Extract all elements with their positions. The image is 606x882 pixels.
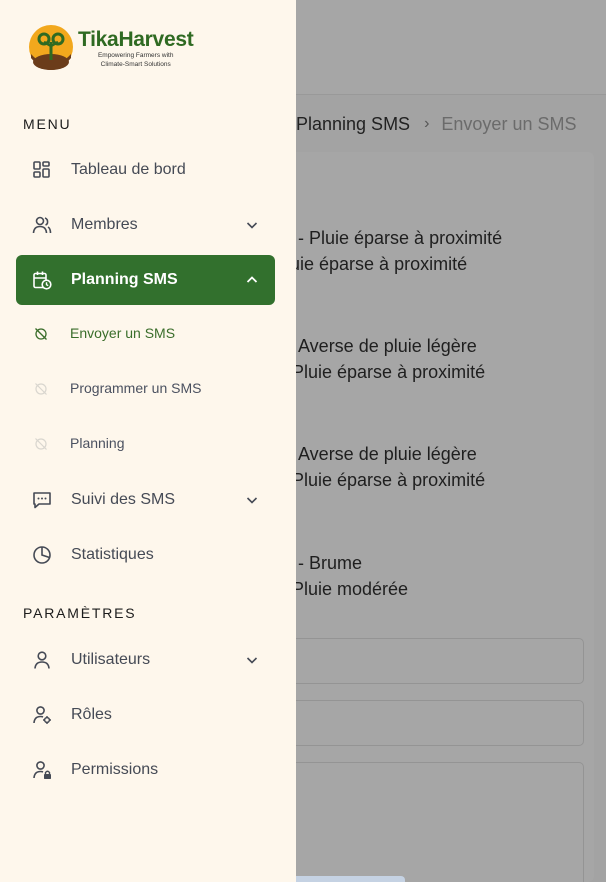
user-icon: [34, 651, 50, 669]
sidebar-subitem-planning[interactable]: Planning: [16, 424, 275, 464]
calendar-clock-icon: [33, 271, 52, 290]
sidebar-item-label: Membres: [71, 216, 138, 233]
sidebar-item-label: Suivi des SMS: [71, 491, 176, 508]
sidebar-item-dashboard[interactable]: Tableau de bord: [16, 145, 275, 195]
sidebar-item-label: Statistiques: [71, 546, 154, 563]
forecast-line: Pluie éparse à proximité: [292, 362, 486, 382]
sidebar-item-members[interactable]: Membres: [16, 200, 275, 250]
sidebar-subitem-schedule-sms[interactable]: Programmer un SMS: [16, 369, 275, 409]
forecast-line: Averse de pluie légère: [298, 336, 477, 356]
sidebar-item-sms-tracking[interactable]: Suivi des SMS: [16, 475, 275, 525]
message-textarea[interactable]: [290, 762, 584, 882]
forecast-line: - Pluie éparse à proximité: [298, 228, 503, 248]
sidebar-item-label: Permissions: [71, 761, 159, 778]
pie-chart-icon: [33, 546, 51, 564]
logo-tagline-1: Empowering Farmers with: [97, 52, 174, 59]
form-input[interactable]: [290, 638, 584, 684]
circle-off-icon: [35, 438, 47, 450]
sidebar-item-statistics[interactable]: Statistiques: [16, 530, 275, 580]
chevron-down-icon: [246, 222, 258, 229]
chevron-up-icon: [246, 276, 258, 283]
form-input[interactable]: [290, 700, 584, 746]
user-lock-icon: [33, 761, 51, 779]
logo[interactable]: TikaHarvest Empowering Farmers with Clim…: [28, 24, 194, 74]
logo-icon: [29, 25, 73, 70]
breadcrumb: Planning SMS › Envoyer un SMS: [296, 112, 596, 136]
user-gear-icon: [33, 706, 51, 724]
sidebar-subitem-label: Programmer un SMS: [70, 380, 202, 396]
breadcrumb-parent[interactable]: Planning SMS: [296, 114, 410, 135]
sidebar-item-roles[interactable]: Rôles: [16, 690, 275, 740]
forecast-line: - Brume: [298, 553, 363, 573]
chevron-down-icon: [246, 497, 258, 504]
logo-tagline-2: Climate-Smart Solutions: [100, 61, 171, 68]
sidebar-item-label: Planning SMS: [71, 271, 178, 288]
sidebar-subitem-send-sms[interactable]: Envoyer un SMS: [16, 314, 275, 354]
sidebar: TikaHarvest Empowering Farmers with Clim…: [0, 0, 296, 882]
sidebar-item-label: Tableau de bord: [71, 161, 186, 178]
sidebar-item-users[interactable]: Utilisateurs: [16, 635, 275, 685]
settings-section-title: PARAMÈTRES: [23, 605, 137, 621]
sidebar-item-permissions[interactable]: Permissions: [16, 745, 275, 795]
sidebar-item-label: Utilisateurs: [71, 651, 151, 668]
breadcrumb-separator: ›: [424, 115, 430, 132]
breadcrumb-current: Envoyer un SMS: [441, 113, 577, 134]
forecast-line: Pluie éparse à proximité: [292, 470, 486, 490]
sidebar-subitem-label: Envoyer un SMS: [70, 325, 176, 341]
sidebar-subitem-label: Planning: [70, 435, 125, 451]
forecast-line: uie éparse à proximité: [290, 254, 468, 274]
sidebar-item-planning-sms[interactable]: Planning SMS: [16, 255, 275, 305]
chevron-down-icon: [246, 657, 258, 664]
menu-section-title: MENU: [23, 116, 72, 132]
users-icon: [32, 216, 52, 234]
logo-title: TikaHarvest: [78, 28, 194, 51]
dashboard-icon: [33, 161, 50, 178]
circle-off-icon: [35, 328, 47, 340]
message-icon: [33, 492, 51, 509]
forecast-line: Averse de pluie légère: [298, 444, 477, 464]
sidebar-item-label: Rôles: [71, 706, 112, 723]
circle-off-icon: [35, 383, 47, 395]
forecast-line: Pluie modérée: [292, 579, 409, 599]
